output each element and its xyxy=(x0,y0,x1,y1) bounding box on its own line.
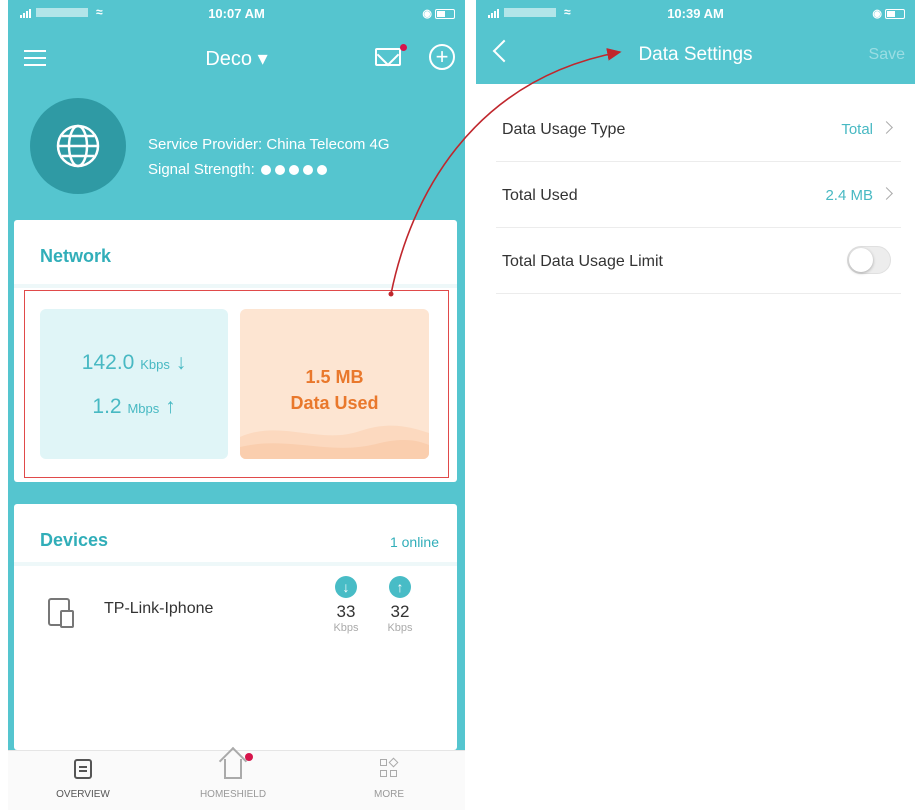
upload-value: 32 xyxy=(390,602,410,621)
divider xyxy=(14,284,457,288)
overview-screen: ≈ 10:07 AM ◉ Deco ▾ + Service Provider: … xyxy=(8,0,465,810)
service-provider: Service Provider: China Telecom 4G xyxy=(148,136,390,153)
tab-overview[interactable]: OVERVIEW xyxy=(28,759,138,800)
download-unit: Kbps xyxy=(333,622,359,634)
download-speed: 142.0 Kbps ↓ xyxy=(40,351,228,375)
tab-bar: OVERVIEW HOMESHIELD MORE xyxy=(8,750,465,810)
overview-icon xyxy=(74,759,92,779)
data-used-tile[interactable]: 1.5 MB Data Used xyxy=(240,309,429,459)
battery-icon: ◉ xyxy=(422,7,455,20)
chevron-right-icon xyxy=(880,121,893,134)
arrow-down-icon: ↓ xyxy=(335,576,357,598)
data-limit-toggle[interactable] xyxy=(847,246,891,274)
tab-label: MORE xyxy=(374,789,404,800)
device-name: TP-Link-Iphone xyxy=(104,600,214,617)
page-title: Data Settings xyxy=(638,44,753,65)
status-bar: ≈ 10:07 AM ◉ xyxy=(8,0,465,26)
signal-dots-icon xyxy=(260,164,327,175)
upload-unit: Mbps xyxy=(127,401,160,416)
homeshield-icon xyxy=(224,759,242,779)
upload-speed: 1.2 Mbps ↑ xyxy=(40,395,228,419)
internet-globe-icon[interactable] xyxy=(30,98,126,194)
setting-total-used[interactable]: Total Used 2.4 MB xyxy=(496,162,901,228)
arrow-down-icon: ↓ xyxy=(175,351,187,374)
status-time: 10:39 AM xyxy=(667,6,724,21)
setting-label: Data Usage Type xyxy=(502,121,626,138)
download-value: 33 xyxy=(336,602,356,621)
setting-total-data-usage-limit: Total Data Usage Limit xyxy=(496,228,901,294)
upload-value: 1.2 xyxy=(92,395,122,418)
data-used-label: Data Used xyxy=(290,393,379,413)
arrow-up-icon: ↑ xyxy=(165,395,176,418)
tab-homeshield[interactable]: HOMESHIELD xyxy=(178,753,288,800)
phone-device-icon xyxy=(48,598,74,628)
download-value: 142.0 xyxy=(81,351,135,374)
tab-label: HOMESHIELD xyxy=(199,789,267,800)
tab-label: OVERVIEW xyxy=(56,789,110,800)
signal-strength: Signal Strength: xyxy=(148,161,327,178)
download-rate: ↓ 33 Kbps xyxy=(326,576,366,634)
download-unit: Kbps xyxy=(140,357,170,372)
setting-data-usage-type[interactable]: Data Usage Type Total xyxy=(496,96,901,162)
notification-dot xyxy=(400,44,407,51)
battery-icon: ◉ xyxy=(872,7,905,20)
more-grid-icon xyxy=(380,757,399,779)
wave-decoration xyxy=(240,425,429,459)
data-settings-screen: ≈ 10:39 AM ◉ Data Settings Save Data Usa… xyxy=(476,0,915,810)
globe-icon xyxy=(56,124,100,168)
save-button[interactable]: Save xyxy=(869,46,905,64)
top-nav: Data Settings Save xyxy=(476,26,915,84)
network-card: Network 142.0 Kbps ↓ 1.2 Mbps ↑ 1.5 MB D… xyxy=(14,220,457,482)
top-nav: Deco ▾ + xyxy=(8,28,465,84)
tab-more[interactable]: MORE xyxy=(334,757,444,800)
divider xyxy=(14,562,457,566)
chevron-right-icon xyxy=(880,187,893,200)
setting-label: Total Used xyxy=(502,187,578,204)
mail-icon[interactable] xyxy=(375,48,401,66)
setting-value: 2.4 MB xyxy=(825,187,873,204)
status-time: 10:07 AM xyxy=(208,6,265,21)
data-amount: 1.5 MB xyxy=(305,367,364,387)
speed-tile[interactable]: 142.0 Kbps ↓ 1.2 Mbps ↑ xyxy=(40,309,228,459)
devices-title: Devices xyxy=(40,530,109,550)
signal-strength-label: Signal Strength: xyxy=(148,161,255,178)
add-icon[interactable]: + xyxy=(429,44,455,70)
upload-unit: Kbps xyxy=(387,622,413,634)
online-count[interactable]: 1 online xyxy=(390,534,439,550)
notification-dot xyxy=(245,753,253,761)
upload-rate: ↑ 32 Kbps xyxy=(380,576,420,634)
status-bar: ≈ 10:39 AM ◉ xyxy=(476,0,915,26)
devices-card: Devices 1 online TP-Link-Iphone ↓ 33 Kbp… xyxy=(14,504,457,750)
setting-label: Total Data Usage Limit xyxy=(502,253,663,270)
setting-value: Total xyxy=(841,121,873,138)
arrow-up-icon: ↑ xyxy=(389,576,411,598)
network-title: Network xyxy=(40,246,112,266)
